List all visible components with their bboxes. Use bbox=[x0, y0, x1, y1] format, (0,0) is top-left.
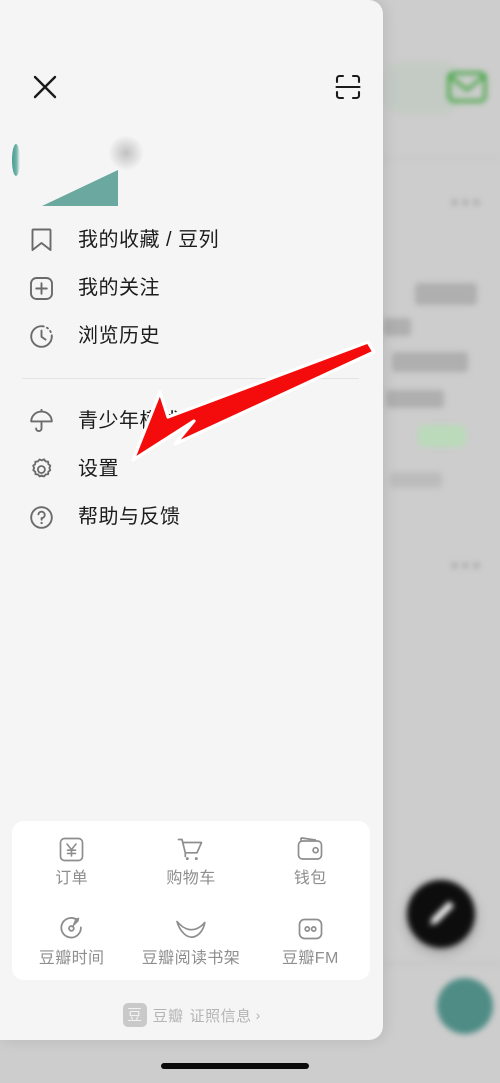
douban-read-icon bbox=[175, 914, 207, 944]
background-text-block bbox=[383, 318, 411, 336]
user-profile-header[interactable] bbox=[0, 130, 383, 216]
umbrella-icon bbox=[24, 404, 58, 438]
shopping-cart-icon bbox=[176, 834, 205, 864]
bookmark-icon bbox=[24, 223, 58, 257]
scan-qr-icon bbox=[335, 74, 361, 100]
avatar bbox=[12, 144, 20, 176]
compose-fab-button[interactable] bbox=[407, 880, 475, 948]
menu-item-settings[interactable]: 设置 bbox=[0, 445, 383, 493]
clock-history-icon bbox=[24, 319, 58, 353]
douban-fm-icon bbox=[297, 914, 324, 944]
grid-item-shopping-cart[interactable]: 购物车 bbox=[131, 821, 250, 901]
shortcut-grid-card: 订单 购物车 钱包 豆瓣时间 豆瓣阅读书架 豆瓣FM bbox=[12, 821, 370, 980]
grid-item-label: 豆瓣FM bbox=[281, 949, 339, 967]
background-green-badge bbox=[418, 425, 466, 447]
grid-item-douban-time[interactable]: 豆瓣时间 bbox=[12, 901, 131, 981]
grid-item-wallet[interactable]: 钱包 bbox=[251, 821, 370, 901]
menu-item-browse-history[interactable]: 浏览历史 bbox=[0, 312, 383, 360]
wallet-icon bbox=[296, 834, 324, 864]
menu-item-my-collection[interactable]: 我的收藏 / 豆列 bbox=[0, 216, 383, 264]
close-icon bbox=[33, 75, 57, 99]
background-text-block bbox=[390, 472, 442, 488]
chevron-right-icon: › bbox=[255, 1007, 261, 1023]
menu-item-label: 设置 bbox=[78, 458, 119, 480]
close-button[interactable] bbox=[26, 68, 64, 106]
avatar-pixel-overlay bbox=[42, 170, 118, 206]
pen-compose-icon bbox=[430, 901, 454, 925]
grid-item-label: 订单 bbox=[55, 870, 89, 888]
menu-item-label: 我的收藏 / 豆列 bbox=[78, 229, 220, 251]
grid-item-label: 豆瓣时间 bbox=[38, 949, 105, 967]
drawer-menu: 我的收藏 / 豆列 我的关注 浏览历史 青少年模式 设置 帮助与反馈 bbox=[0, 216, 383, 541]
menu-divider bbox=[22, 378, 359, 379]
more-dots-icon bbox=[452, 563, 492, 569]
background-tab-avatar bbox=[437, 978, 493, 1034]
grid-item-label: 豆瓣阅读书架 bbox=[141, 949, 241, 967]
question-circle-icon bbox=[24, 500, 58, 534]
more-dots-icon bbox=[452, 200, 492, 206]
yen-box-icon bbox=[58, 834, 85, 864]
grid-item-label: 钱包 bbox=[293, 870, 327, 888]
plus-square-icon bbox=[24, 271, 58, 305]
grid-item-orders[interactable]: 订单 bbox=[12, 821, 131, 901]
menu-item-label: 我的关注 bbox=[78, 277, 160, 299]
menu-item-label: 青少年模式 bbox=[78, 410, 181, 432]
menu-item-help-feedback[interactable]: 帮助与反馈 bbox=[0, 493, 383, 541]
douban-logo-icon: 豆 bbox=[122, 1003, 147, 1027]
menu-item-teen-mode[interactable]: 青少年模式 bbox=[0, 397, 383, 445]
background-text-block bbox=[386, 390, 444, 408]
menu-item-label: 帮助与反馈 bbox=[78, 506, 181, 528]
drawer-topbar bbox=[0, 62, 383, 114]
background-tabbar-divider bbox=[383, 963, 500, 964]
username-blur bbox=[108, 135, 144, 171]
douban-time-icon bbox=[58, 914, 85, 944]
home-indicator bbox=[161, 1063, 309, 1069]
menu-item-label: 浏览历史 bbox=[78, 325, 160, 347]
background-text-block bbox=[392, 352, 468, 372]
footer-license-link[interactable]: 证照信息 bbox=[190, 1005, 252, 1026]
drawer-footer: 豆 豆瓣 证照信息 › bbox=[0, 995, 383, 1035]
grid-item-label: 购物车 bbox=[166, 870, 216, 888]
scan-button[interactable] bbox=[329, 68, 367, 106]
gear-icon bbox=[24, 452, 58, 486]
envelope-icon bbox=[447, 70, 487, 104]
shortcut-grid: 订单 购物车 钱包 豆瓣时间 豆瓣阅读书架 豆瓣FM bbox=[12, 821, 370, 980]
background-divider bbox=[383, 158, 500, 159]
side-drawer: 我的收藏 / 豆列 我的关注 浏览历史 青少年模式 设置 帮助与反馈 订单 购物… bbox=[0, 0, 383, 1040]
grid-item-douban-fm[interactable]: 豆瓣FM bbox=[251, 901, 370, 981]
menu-item-my-following[interactable]: 我的关注 bbox=[0, 264, 383, 312]
footer-brand: 豆瓣 bbox=[152, 1007, 184, 1025]
background-text-block bbox=[415, 283, 477, 305]
grid-item-douban-read-shelf[interactable]: 豆瓣阅读书架 bbox=[131, 901, 250, 981]
